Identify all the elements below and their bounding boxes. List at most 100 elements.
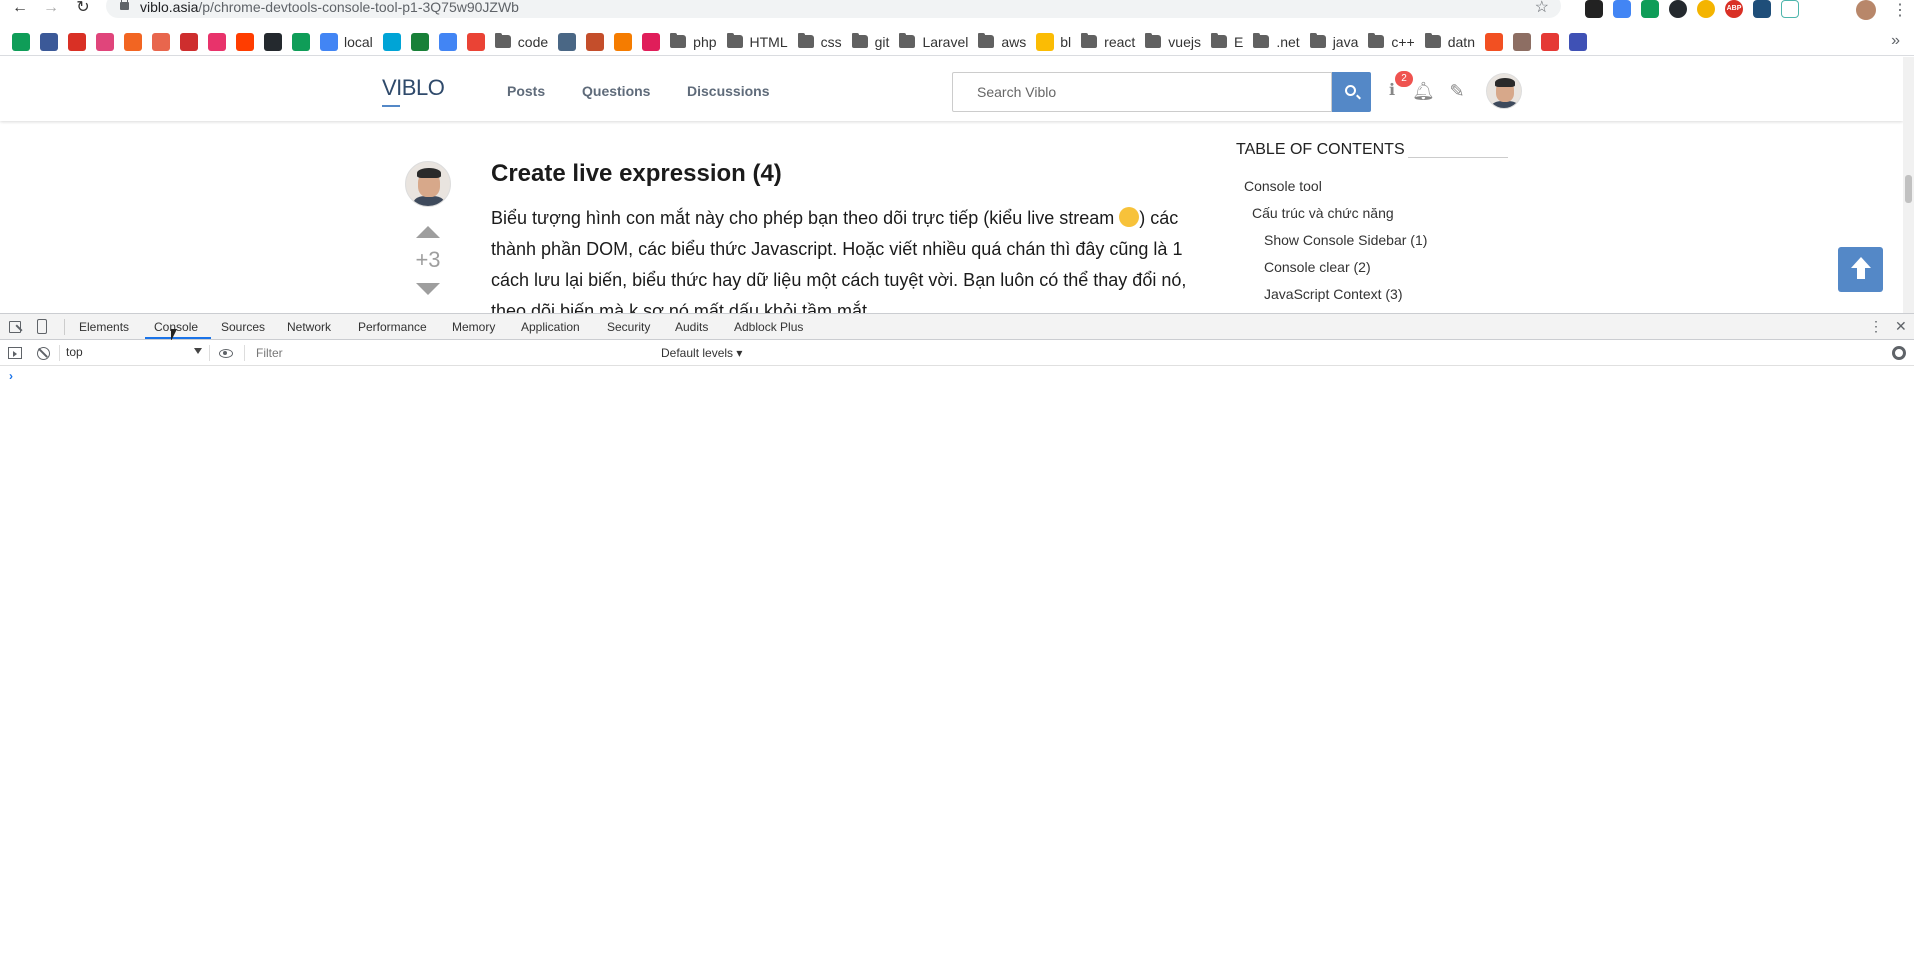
tab-security[interactable]: Security xyxy=(607,320,650,334)
inspect-element-icon[interactable] xyxy=(9,321,21,333)
log-levels-dropdown[interactable]: Default levels ▾ xyxy=(661,346,742,360)
tab-adblock-plus[interactable]: Adblock Plus xyxy=(734,320,803,334)
bookmark-item[interactable] xyxy=(12,32,30,52)
bookmark-folder[interactable]: c++ xyxy=(1368,32,1415,52)
bookmark-item[interactable] xyxy=(466,32,485,52)
bookmark-item[interactable] xyxy=(1484,32,1503,52)
toc-item[interactable]: Console clear (2) xyxy=(1264,259,1371,275)
nav-discussions[interactable]: Discussions xyxy=(687,83,769,99)
vue-devtools-icon[interactable] xyxy=(1781,0,1799,18)
console-sidebar-icon[interactable] xyxy=(8,347,22,359)
toc-item[interactable]: Console tool xyxy=(1244,178,1322,194)
notification-badge: 2 xyxy=(1395,71,1413,87)
device-toolbar-icon[interactable] xyxy=(37,319,47,334)
bookmark-item[interactable] xyxy=(124,32,142,52)
reload-icon[interactable]: ↻ xyxy=(72,0,94,18)
bookmark-folder[interactable]: php xyxy=(670,32,717,52)
browser-menu-icon[interactable]: ⋮ xyxy=(1892,0,1908,20)
bookmark-item[interactable] xyxy=(438,32,457,52)
back-icon[interactable]: ← xyxy=(9,0,31,18)
bookmark-favicon-icon xyxy=(1036,32,1055,51)
bookmark-item[interactable] xyxy=(208,32,226,52)
bookmark-item[interactable] xyxy=(1512,32,1531,52)
bookmark-item[interactable] xyxy=(642,32,661,52)
devtools-menu-icon[interactable]: ⋮ xyxy=(1869,318,1883,335)
extension-icon[interactable] xyxy=(1585,0,1603,18)
bookmark-folder[interactable]: code xyxy=(494,32,548,52)
downvote-icon[interactable] xyxy=(416,283,440,295)
bookmark-star-icon[interactable]: ☆ xyxy=(1535,0,1549,17)
toc-item[interactable]: JavaScript Context (3) xyxy=(1264,286,1403,302)
nav-posts[interactable]: Posts xyxy=(507,83,545,99)
bookmark-folder[interactable]: HTML xyxy=(726,32,788,52)
console-prompt[interactable]: › xyxy=(9,369,13,383)
bookmark-favicon-icon xyxy=(558,32,577,51)
forward-icon[interactable]: → xyxy=(40,0,62,18)
bookmark-item[interactable] xyxy=(264,32,282,52)
site-logo[interactable]: VIBLO xyxy=(382,75,445,107)
bookmark-item[interactable] xyxy=(40,32,58,52)
bookmark-item[interactable] xyxy=(1540,32,1559,52)
extension-icon[interactable] xyxy=(1697,0,1715,18)
bookmark-item[interactable] xyxy=(236,32,254,52)
tab-elements[interactable]: Elements xyxy=(79,320,129,334)
live-expression-eye-icon[interactable] xyxy=(219,349,233,358)
tab-memory[interactable]: Memory xyxy=(452,320,495,334)
bookmark-folder[interactable]: .net xyxy=(1253,32,1300,52)
bookmark-item[interactable] xyxy=(180,32,198,52)
bookmark-folder[interactable]: E xyxy=(1210,32,1243,52)
bookmark-folder[interactable]: css xyxy=(797,32,842,52)
bookmark-item[interactable] xyxy=(96,32,114,52)
bell-icon[interactable]: 🔔︎ xyxy=(1412,81,1435,101)
bookmark-folder[interactable]: react xyxy=(1081,32,1135,52)
nav-questions[interactable]: Questions xyxy=(582,83,650,99)
bookmark-item[interactable] xyxy=(68,32,86,52)
bookmark-folder[interactable]: git xyxy=(851,32,889,52)
extension-icon[interactable] xyxy=(1641,0,1659,18)
search-input[interactable] xyxy=(953,73,1331,111)
bookmark-item[interactable] xyxy=(614,32,633,52)
bookmark-folder[interactable]: aws xyxy=(978,32,1026,52)
tab-audits[interactable]: Audits xyxy=(675,320,708,334)
context-select[interactable]: top xyxy=(66,345,202,361)
tab-network[interactable]: Network xyxy=(287,320,331,334)
bookmarks-overflow-icon[interactable]: » xyxy=(1891,32,1900,50)
bookmark-item[interactable] xyxy=(152,32,170,52)
bookmark-folder[interactable]: datn xyxy=(1424,32,1475,52)
bookmark-item[interactable]: bl xyxy=(1036,32,1071,52)
extension-icon[interactable] xyxy=(1753,0,1771,18)
upvote-icon[interactable] xyxy=(416,226,440,238)
search-button[interactable] xyxy=(1332,72,1371,112)
bookmark-folder[interactable]: vuejs xyxy=(1145,32,1201,52)
tab-performance[interactable]: Performance xyxy=(358,320,427,334)
pencil-icon[interactable]: ✎ xyxy=(1448,81,1466,101)
profile-avatar[interactable] xyxy=(1856,0,1876,20)
bookmark-item[interactable]: local xyxy=(320,32,373,52)
bookmark-folder[interactable]: Laravel xyxy=(899,32,968,52)
page-scrollbar[interactable] xyxy=(1903,57,1914,313)
address-bar[interactable]: viblo.asia/p/chrome-devtools-console-too… xyxy=(106,0,1561,18)
bookmark-item[interactable] xyxy=(586,32,605,52)
translate-icon[interactable] xyxy=(1613,0,1631,18)
bookmark-favicon-icon xyxy=(68,32,86,51)
author-avatar[interactable] xyxy=(405,161,451,207)
bookmark-item[interactable] xyxy=(382,32,401,52)
tab-application[interactable]: Application xyxy=(521,320,580,334)
user-avatar[interactable] xyxy=(1486,73,1522,109)
toc-item[interactable]: Cấu trúc và chức năng xyxy=(1252,205,1394,221)
filter-input[interactable] xyxy=(250,344,655,362)
bookmark-item[interactable] xyxy=(1568,32,1587,52)
bookmark-item[interactable] xyxy=(410,32,429,52)
github-icon[interactable] xyxy=(1669,0,1687,18)
back-to-top-button[interactable] xyxy=(1838,247,1883,292)
bookmark-favicon-icon xyxy=(466,32,485,51)
clear-console-icon[interactable] xyxy=(37,347,50,360)
bookmark-item[interactable] xyxy=(558,32,577,52)
tab-sources[interactable]: Sources xyxy=(221,320,265,334)
console-settings-gear-icon[interactable] xyxy=(1892,346,1906,360)
toc-item[interactable]: Show Console Sidebar (1) xyxy=(1264,232,1427,248)
close-devtools-icon[interactable]: ✕ xyxy=(1895,318,1907,335)
adblock-icon[interactable]: ABP xyxy=(1725,0,1743,18)
bookmark-item[interactable] xyxy=(292,32,310,52)
bookmark-folder[interactable]: java xyxy=(1309,32,1358,52)
